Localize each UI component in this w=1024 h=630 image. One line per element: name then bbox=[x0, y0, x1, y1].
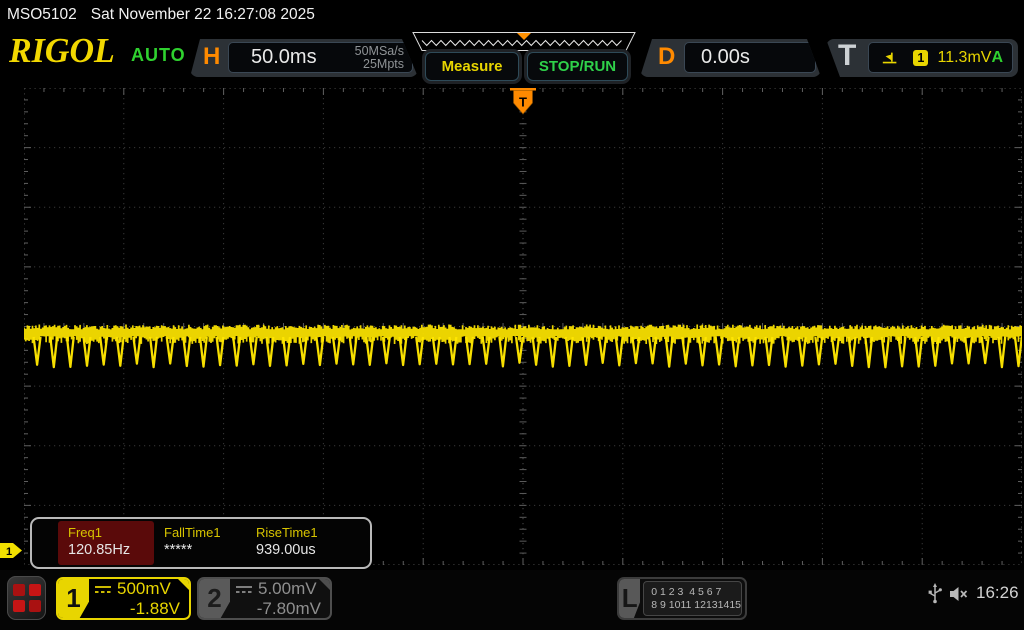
trigger-position-marker[interactable]: T bbox=[510, 88, 536, 114]
speaker-muted-icon bbox=[949, 585, 969, 603]
measurement-name: Freq1 bbox=[68, 524, 154, 541]
measurement-falltime[interactable]: FallTime1 ***** bbox=[154, 521, 246, 565]
measurement-risetime[interactable]: RiseTime1 939.00us bbox=[246, 521, 346, 565]
model-name: MSO5102 bbox=[7, 6, 77, 24]
trigger-settings[interactable]: T 1 11.3mV A bbox=[826, 39, 1018, 77]
trigger-level-value: 11.3mV bbox=[937, 49, 991, 67]
waveform-overview-strip[interactable] bbox=[412, 32, 636, 51]
corner-notch bbox=[178, 579, 189, 590]
dc-coupling-icon bbox=[235, 584, 253, 594]
trigger-label: T bbox=[838, 39, 856, 73]
horizontal-settings[interactable]: H 50.0ms 50MSa/s 25Mpts bbox=[190, 39, 418, 77]
channel1-marker-label: 1 bbox=[6, 546, 12, 558]
measurement-value: 120.85Hz bbox=[68, 541, 154, 559]
memory-depth: 25Mpts bbox=[355, 58, 404, 71]
menu-grid-icon bbox=[29, 584, 41, 596]
channel2-box[interactable]: 2 5.00mV -7.80mV bbox=[197, 577, 332, 620]
channel2-info: 5.00mV -7.80mV bbox=[230, 579, 330, 618]
menu-grid-icon bbox=[13, 600, 25, 612]
logic-analyzer-box[interactable]: L 0 1 2 3 4 5 6 7 8 9 1011 12131415 bbox=[617, 577, 747, 620]
waveform-display: T Freq1 120.85Hz FallTime1 ***** RiseTim… bbox=[24, 88, 1022, 565]
acquisition-mode-label: AUTO bbox=[131, 45, 186, 66]
delay-inset: 0.00s bbox=[684, 42, 816, 73]
stop-run-button-label: STOP/RUN bbox=[539, 58, 616, 75]
trigger-sweep-mode: A bbox=[991, 49, 1003, 67]
digital-channels-row2: 8 9 1011 12131415 bbox=[651, 599, 741, 612]
channel1-scale: 500mV bbox=[117, 579, 171, 599]
measurement-name: FallTime1 bbox=[164, 524, 246, 541]
falling-edge-icon bbox=[881, 50, 899, 66]
channel1-offset: -1.88V bbox=[94, 599, 180, 619]
datetime-text: Sat November 22 16:27:08 2025 bbox=[91, 6, 315, 24]
main-menu-button[interactable] bbox=[7, 576, 46, 620]
digital-channels: 0 1 2 3 4 5 6 7 8 9 1011 12131415 bbox=[643, 581, 742, 616]
header-bar: RIGOL AUTO H 50.0ms 50MSa/s 25Mpts Measu… bbox=[0, 30, 1024, 82]
trigger-marker-label: T bbox=[519, 95, 527, 110]
ch1-waveform bbox=[24, 325, 1022, 368]
measurement-value: ***** bbox=[164, 541, 246, 559]
channel2-scale: 5.00mV bbox=[258, 579, 317, 599]
oscilloscope-screen: MSO5102 Sat November 22 16:27:08 2025 RI… bbox=[0, 0, 1024, 630]
sample-rate: 50MSa/s bbox=[355, 45, 404, 58]
channel1-box[interactable]: 1 500mV -1.88V bbox=[56, 577, 191, 620]
trigger-source-badge: 1 bbox=[913, 50, 928, 66]
usb-icon bbox=[925, 582, 945, 606]
delay-label: D bbox=[658, 43, 675, 71]
delay-settings[interactable]: D 0.00s bbox=[640, 39, 821, 77]
trigger-inset: 1 11.3mV A bbox=[868, 42, 1013, 73]
bottombar: 1 500mV -1.88V 2 bbox=[0, 570, 1024, 630]
channel2-offset: -7.80mV bbox=[235, 599, 321, 619]
rigol-logo: RIGOL bbox=[9, 33, 115, 72]
acquisition-info: 50MSa/s 25Mpts bbox=[355, 45, 404, 71]
measure-button[interactable]: Measure bbox=[425, 52, 519, 81]
measurement-freq[interactable]: Freq1 120.85Hz bbox=[58, 521, 154, 565]
clock-text: 16:26 bbox=[976, 583, 1019, 603]
menu-grid-icon bbox=[29, 600, 41, 612]
channel1-tab[interactable]: 1 bbox=[58, 579, 89, 618]
topbar: MSO5102 Sat November 22 16:27:08 2025 bbox=[0, 0, 1024, 30]
measurement-value: 939.00us bbox=[256, 541, 346, 559]
menu-grid-icon bbox=[13, 584, 25, 596]
timebase-value: 50.0ms bbox=[251, 46, 317, 69]
channel1-info: 500mV -1.88V bbox=[89, 579, 189, 618]
horizontal-label: H bbox=[203, 43, 220, 71]
measurement-panel[interactable]: Freq1 120.85Hz FallTime1 ***** RiseTime1… bbox=[30, 517, 372, 569]
channel2-tab[interactable]: 2 bbox=[199, 579, 230, 618]
channel1-ground-marker[interactable]: 1 bbox=[0, 542, 23, 559]
digital-channels-row1: 0 1 2 3 4 5 6 7 bbox=[651, 586, 741, 599]
measurement-name: RiseTime1 bbox=[256, 524, 346, 541]
corner-notch bbox=[319, 579, 330, 590]
delay-value: 0.00s bbox=[701, 46, 750, 69]
measure-button-label: Measure bbox=[442, 58, 503, 75]
logic-analyzer-tab[interactable]: L bbox=[619, 579, 640, 618]
stop-run-button[interactable]: STOP/RUN bbox=[527, 52, 628, 81]
horizontal-inset: 50.0ms 50MSa/s 25Mpts bbox=[228, 42, 413, 73]
dc-coupling-icon bbox=[94, 584, 112, 594]
